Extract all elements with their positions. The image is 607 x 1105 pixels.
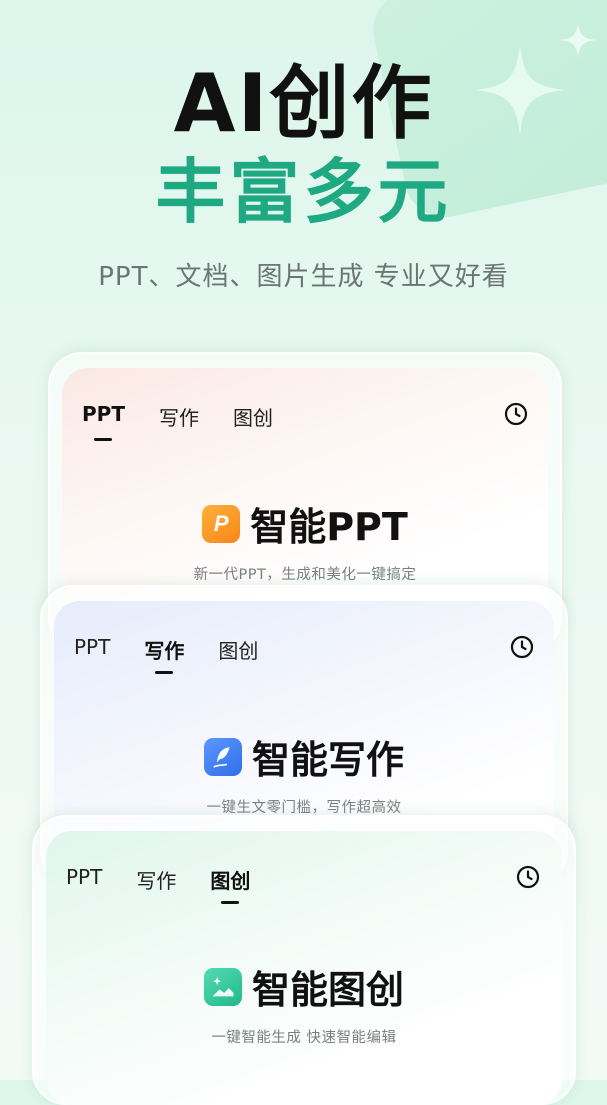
writing-product-block: 智能写作 一键生文零门槛，写作超高效 xyxy=(54,729,554,817)
ppt-logo-icon: P xyxy=(202,504,241,543)
tab-bar: PPT 写作 图创 xyxy=(82,402,273,441)
hero-title: AI创作 xyxy=(173,57,434,150)
product-name: 智能PPT xyxy=(250,505,408,549)
tab-ppt[interactable]: PPT xyxy=(74,635,110,664)
tab-ppt[interactable]: PPT xyxy=(82,402,125,441)
ppt-product-block: P 智能PPT 新一代PPT，生成和美化一键搞定 xyxy=(62,496,548,584)
sparkle-icon xyxy=(560,22,596,58)
tab-writing[interactable]: 写作 xyxy=(159,402,199,431)
tab-bar: PPT 写作 图创 xyxy=(66,865,250,904)
clock-icon[interactable] xyxy=(504,402,528,426)
tab-image[interactable]: 图创 xyxy=(218,635,258,664)
image-logo-icon xyxy=(203,967,242,1006)
tab-ppt[interactable]: PPT xyxy=(66,865,102,894)
product-description: 一键生文零门槛，写作超高效 xyxy=(206,800,402,816)
product-description: 一键智能生成 快速智能编辑 xyxy=(211,1030,397,1046)
tab-image[interactable]: 图创 xyxy=(233,402,273,431)
product-name: 智能图创 xyxy=(251,968,404,1012)
clock-icon[interactable] xyxy=(510,635,534,659)
hero-subtitle: 丰富多元 xyxy=(155,151,452,233)
product-name: 智能写作 xyxy=(251,738,404,782)
tab-image[interactable]: 图创 xyxy=(210,865,250,904)
product-description: 新一代PPT，生成和美化一键搞定 xyxy=(193,567,417,583)
clock-icon[interactable] xyxy=(516,865,540,889)
tab-bar: PPT 写作 图创 xyxy=(74,635,258,674)
image-product-block: 智能图创 一键智能生成 快速智能编辑 xyxy=(46,959,562,1047)
image-card-panel: PPT 写作 图创 智能图创 一键智能生成 快速智能编辑 xyxy=(46,831,562,1105)
tab-writing[interactable]: 写作 xyxy=(136,865,176,894)
quill-logo-icon xyxy=(203,737,242,776)
image-feature-card[interactable]: PPT 写作 图创 智能图创 一键智能生成 快速智能编辑 xyxy=(32,815,576,1105)
tab-writing[interactable]: 写作 xyxy=(144,635,184,674)
hero-tagline: PPT、文档、图片生成 专业又好看 xyxy=(98,262,509,292)
